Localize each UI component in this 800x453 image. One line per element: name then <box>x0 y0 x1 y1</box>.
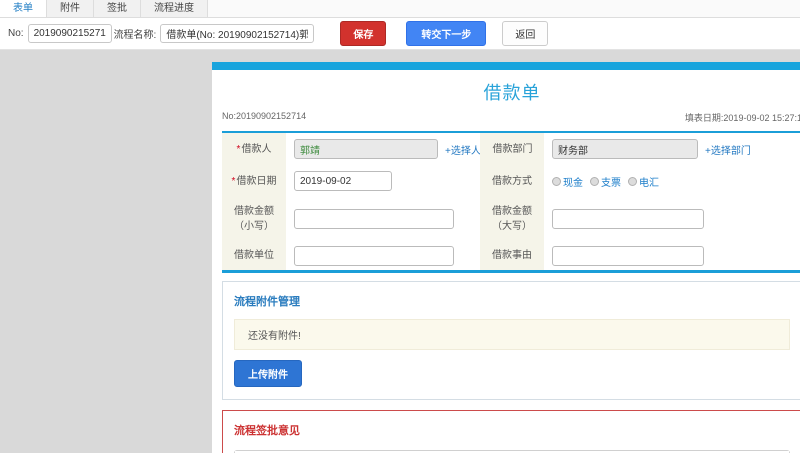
form-meta-row: No:20190902152714 填表日期:2019-09-02 15:27:… <box>212 111 800 131</box>
loan-method-label: 借款方式 <box>480 165 544 197</box>
flow-name-label: 流程名称: <box>113 30 157 41</box>
required-mark: * <box>236 143 241 155</box>
borrower-field: +选择人员 <box>286 133 491 165</box>
loan-method-field: 现金 支票 电汇 <box>544 165 800 197</box>
select-dept-link[interactable]: +选择部门 <box>705 142 751 157</box>
required-mark: * <box>231 175 236 187</box>
radio-icon[interactable] <box>628 176 637 186</box>
dept-label: 借款部门 <box>480 133 544 165</box>
dept-input[interactable] <box>552 139 698 159</box>
tab-attachments[interactable]: 附件 <box>47 0 94 17</box>
loan-unit-input[interactable] <box>294 245 454 266</box>
upload-attachment-button[interactable]: 上传附件 <box>234 360 302 387</box>
radio-cheque[interactable]: 支票 <box>590 174 621 189</box>
borrower-input[interactable] <box>294 139 438 159</box>
top-bar: 表单 附件 签批 流程进度 No: 流程名称: 保存 转交下一步 返回 <box>0 0 800 50</box>
back-button[interactable]: 返回 <box>502 21 549 46</box>
dept-field: +选择部门 <box>544 133 800 165</box>
attachments-section: 流程附件管理 还没有附件! 上传附件 <box>222 281 800 400</box>
panel-accent-bar <box>212 62 800 70</box>
attachments-heading: 流程附件管理 <box>234 296 300 308</box>
forward-next-step-button[interactable]: 转交下一步 <box>406 21 487 46</box>
loan-unit-label: 借款单位 <box>222 241 286 270</box>
amount-big-field <box>544 197 800 241</box>
loan-form-panel: 借款单 No:20190902152714 填表日期:2019-09-02 15… <box>212 62 800 453</box>
tab-form[interactable]: 表单 <box>0 0 47 17</box>
tab-progress[interactable]: 流程进度 <box>141 0 208 17</box>
loan-reason-label: 借款事由 <box>480 241 544 270</box>
loan-reason-field <box>544 241 800 270</box>
radio-icon[interactable] <box>590 176 599 186</box>
radio-cash[interactable]: 现金 <box>552 174 583 189</box>
loan-date-field <box>286 165 480 197</box>
amount-small-label: 借款金额（小写） <box>222 197 286 241</box>
amount-big-label: 借款金额（大写） <box>480 197 544 241</box>
radio-wire[interactable]: 电汇 <box>628 174 659 189</box>
form-date-text: 填表日期:2019-09-02 15:27:1 <box>684 113 800 123</box>
no-input[interactable] <box>27 24 112 43</box>
approval-heading: 流程签批意见 <box>234 425 300 437</box>
loan-form-table: *借款人 +选择人员 借款部门 +选择部门 *借款日期 借款方式 现金 <box>222 131 800 273</box>
action-toolbar: No: 流程名称: 保存 转交下一步 返回 <box>0 18 800 50</box>
amount-small-field <box>286 197 480 241</box>
approval-section: 流程签批意见 B I abc <box>222 410 800 453</box>
flow-name-input[interactable] <box>160 24 315 43</box>
page-title: 借款单 <box>483 83 541 103</box>
no-label: No: <box>8 28 24 39</box>
loan-reason-input[interactable] <box>552 245 704 266</box>
borrower-label: *借款人 <box>222 133 286 165</box>
radio-icon[interactable] <box>552 176 561 186</box>
tab-approval[interactable]: 签批 <box>94 0 141 17</box>
amount-big-input[interactable] <box>552 209 704 229</box>
attachments-empty-message: 还没有附件! <box>234 319 790 350</box>
loan-date-label: *借款日期 <box>222 165 286 197</box>
loan-method-radio-group: 现金 支票 电汇 <box>552 174 666 189</box>
save-button[interactable]: 保存 <box>340 21 387 46</box>
tab-bar: 表单 附件 签批 流程进度 <box>0 0 800 18</box>
amount-small-input[interactable] <box>294 209 454 229</box>
form-no-text: No:20190902152714 <box>222 111 307 121</box>
loan-unit-field <box>286 241 480 270</box>
loan-date-input[interactable] <box>294 171 392 191</box>
